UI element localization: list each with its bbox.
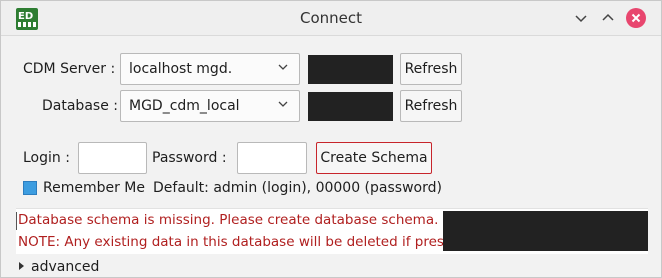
text-caret (16, 212, 17, 230)
password-label: Password : (152, 150, 227, 166)
minimize-icon[interactable] (572, 9, 590, 27)
remember-me-label: Remember Me (43, 180, 145, 196)
schema-missing-message: Database schema is missing. Please creat… (18, 212, 439, 228)
cdm-server-label: CDM Server : (23, 61, 116, 77)
login-input[interactable] (78, 142, 147, 174)
redacted-block (443, 211, 648, 251)
maximize-icon[interactable] (599, 9, 617, 27)
advanced-expander[interactable]: advanced (19, 259, 99, 275)
login-label: Login : (23, 150, 70, 166)
remember-me-checkbox[interactable] (23, 181, 37, 195)
database-refresh-button[interactable]: Refresh (400, 90, 462, 122)
create-schema-button[interactable]: Create Schema (316, 142, 432, 174)
cdm-server-value: localhost mgd. (129, 61, 233, 77)
password-input[interactable] (237, 142, 307, 174)
default-credentials-hint: Default: admin (login), 00000 (password) (153, 180, 442, 196)
database-label: Database : (42, 98, 118, 114)
redacted-block (308, 55, 393, 84)
server-refresh-button[interactable]: Refresh (400, 53, 462, 85)
window-title: Connect (299, 9, 363, 27)
chevron-down-icon (278, 64, 288, 70)
redacted-block (308, 92, 393, 121)
data-deletion-warning: NOTE: Any existing data in this database… (18, 234, 472, 250)
database-value: MGD_cdm_local (129, 98, 240, 114)
cdm-server-select[interactable]: localhost mgd. (120, 53, 300, 85)
database-select[interactable]: MGD_cdm_local (120, 90, 300, 122)
expand-triangle-icon (19, 262, 24, 270)
status-message-area: Database schema is missing. Please creat… (16, 208, 648, 254)
advanced-label: advanced (31, 259, 100, 275)
close-icon[interactable] (626, 8, 646, 28)
chevron-down-icon (278, 101, 288, 107)
connect-dialog: ED Connect CDM Server : localhost mgd. R… (0, 0, 662, 278)
title-bar: ED Connect (1, 1, 661, 36)
